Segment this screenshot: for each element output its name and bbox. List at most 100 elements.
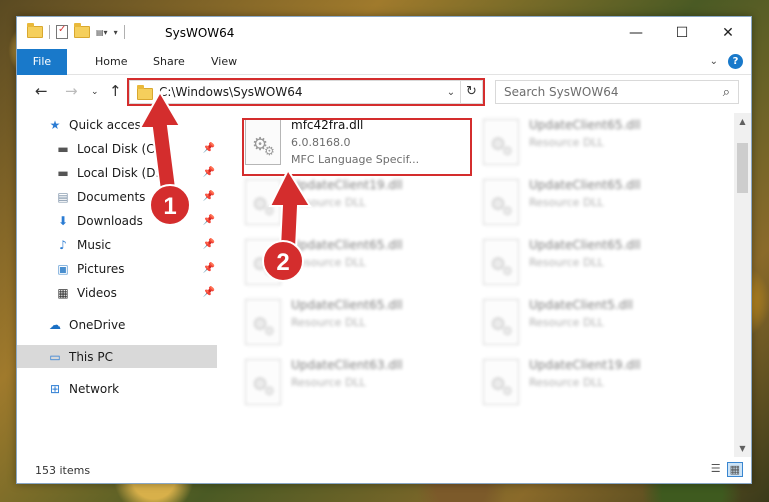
sidebar-item-videos[interactable]: ▦ Videos 📌 [17,281,217,304]
scroll-down-icon[interactable]: ▼ [734,440,751,457]
tab-view[interactable]: View [197,49,251,75]
pin-icon: 📌 [202,215,215,226]
sidebar-item-label: This PC [69,349,113,364]
chevron-down-icon[interactable]: ⌄ [442,87,460,98]
details-view-icon[interactable]: ☰ [711,462,721,477]
expand-ribbon-icon[interactable]: ⌄ [710,56,718,67]
file-name: UpdateClient65.dll [529,178,641,192]
callout-1: 1 [149,184,191,226]
file-list-pane: mfc42fra.dll 6.0.8168.0 MFC Language Spe… [241,113,731,453]
sidebar-item-this-pc[interactable]: ▭ This PC [17,345,217,368]
dll-file-icon [483,359,519,405]
file-description: Resource DLL [291,256,366,269]
file-description: Resource DLL [529,196,604,209]
pin-icon: 📌 [202,143,215,154]
file-item[interactable]: UpdateClient19.dll Resource DLL [479,355,705,411]
file-item[interactable]: UpdateClient5.dll Resource DLL [479,295,705,351]
sidebar-item-quick-access[interactable]: ★ Quick access [17,113,217,136]
file-name: UpdateClient65.dll [529,238,641,252]
sidebar-item-label: OneDrive [69,317,126,332]
file-name: UpdateClient19.dll [291,178,403,192]
address-path[interactable]: C:\Windows\SysWOW64 [159,85,442,99]
divider [123,25,125,39]
file-description: Resource DLL [529,136,604,149]
pictures-icon: ▣ [57,261,69,276]
dll-file-icon [483,299,519,345]
pin-icon: 📌 [202,167,215,178]
sidebar-item-label: Network [69,381,120,396]
search-input[interactable] [504,85,704,99]
navigation-pane: ★ Quick access ▬ Local Disk (C:) 📌 ▬ Loc… [17,113,217,453]
documents-icon: ▤ [57,189,69,204]
address-bar[interactable]: C:\Windows\SysWOW64 ⌄ ↻ [129,80,483,104]
file-item[interactable]: UpdateClient65.dll Resource DLL [241,295,467,351]
dll-file-icon [245,359,281,405]
sidebar-item-music[interactable]: ♪ Music 📌 [17,233,217,256]
file-item[interactable]: UpdateClient65.dll Resource DLL [479,235,705,291]
file-name: UpdateClient65.dll [291,238,403,252]
vertical-scrollbar[interactable]: ▲ ▼ [734,113,751,457]
refresh-button[interactable]: ↻ [460,81,482,103]
file-item[interactable]: UpdateClient19.dll Resource DLL [241,175,467,231]
up-button[interactable]: ↑ [109,82,122,100]
pin-icon: 📌 [202,263,215,274]
tab-home[interactable]: Home [81,49,141,75]
file-item-mfc42fra[interactable]: mfc42fra.dll 6.0.8168.0 MFC Language Spe… [241,115,467,171]
view-buttons: ☰ ▦ [711,462,743,477]
network-icon: ⊞ [49,381,61,396]
drive-icon: ▬ [57,165,69,180]
back-button[interactable]: ← [35,82,48,100]
dll-file-icon [483,179,519,225]
file-description: Resource DLL [291,376,366,389]
tiles-view-icon[interactable]: ▦ [726,462,743,477]
new-folder-icon[interactable] [74,23,90,38]
recent-locations-button[interactable]: ⌄ [91,87,99,97]
help-icon[interactable]: ? [728,54,743,69]
file-description: MFC Language Specif... [291,153,420,166]
file-name: mfc42fra.dll [291,118,364,132]
folder-icon [27,23,43,38]
customize-toolbar-icon[interactable]: ▾ [114,28,118,37]
file-item[interactable]: UpdateClient65.dll Resource DLL [479,115,705,171]
minimize-button[interactable]: — [613,17,659,48]
downloads-icon: ⬇ [57,213,69,228]
search-box[interactable]: ⌕ [495,80,739,104]
file-name: UpdateClient65.dll [291,298,403,312]
sidebar-item-onedrive[interactable]: ☁ OneDrive [17,313,217,336]
window-controls: — ☐ ✕ [613,17,751,48]
sidebar-item-pictures[interactable]: ▣ Pictures 📌 [17,257,217,280]
scroll-thumb[interactable] [737,143,748,193]
star-icon: ★ [49,117,61,132]
sidebar-item-label: Pictures [77,261,125,276]
sidebar-item-label: Quick access [69,117,148,132]
file-item[interactable]: UpdateClient63.dll Resource DLL [241,355,467,411]
rename-icon[interactable]: ▤▾ [96,28,108,37]
status-bar: 153 items [17,457,751,483]
dll-file-icon [245,179,281,225]
file-description: Resource DLL [291,196,366,209]
ribbon-right: ⌄ ? [710,54,743,69]
file-version: 6.0.8168.0 [291,136,351,149]
sidebar-item-local-disk-c[interactable]: ▬ Local Disk (C:) 📌 [17,137,217,160]
file-name: UpdateClient63.dll [291,358,403,372]
sidebar-item-local-disk-d[interactable]: ▬ Local Disk (D:) 📌 [17,161,217,184]
file-item[interactable]: UpdateClient65.dll Resource DLL [479,175,705,231]
close-button[interactable]: ✕ [705,17,751,48]
tab-file[interactable]: File [17,49,67,75]
tab-share[interactable]: Share [139,49,199,75]
pin-icon: 📌 [202,239,215,250]
music-icon: ♪ [59,237,67,252]
onedrive-icon: ☁ [49,317,61,332]
forward-button[interactable]: → [65,82,78,100]
pin-icon: 📌 [202,287,215,298]
scroll-up-icon[interactable]: ▲ [734,113,751,130]
search-icon[interactable]: ⌕ [723,85,730,100]
file-name: UpdateClient5.dll [529,298,633,312]
sidebar-item-network[interactable]: ⊞ Network [17,377,217,400]
navigation-row: ← → ⌄ ↑ C:\Windows\SysWOW64 ⌄ ↻ ⌕ [17,76,751,108]
properties-icon[interactable] [56,24,68,39]
callout-2: 2 [262,240,304,282]
maximize-button[interactable]: ☐ [659,17,705,48]
pin-icon: 📌 [202,191,215,202]
file-description: Resource DLL [529,316,604,329]
